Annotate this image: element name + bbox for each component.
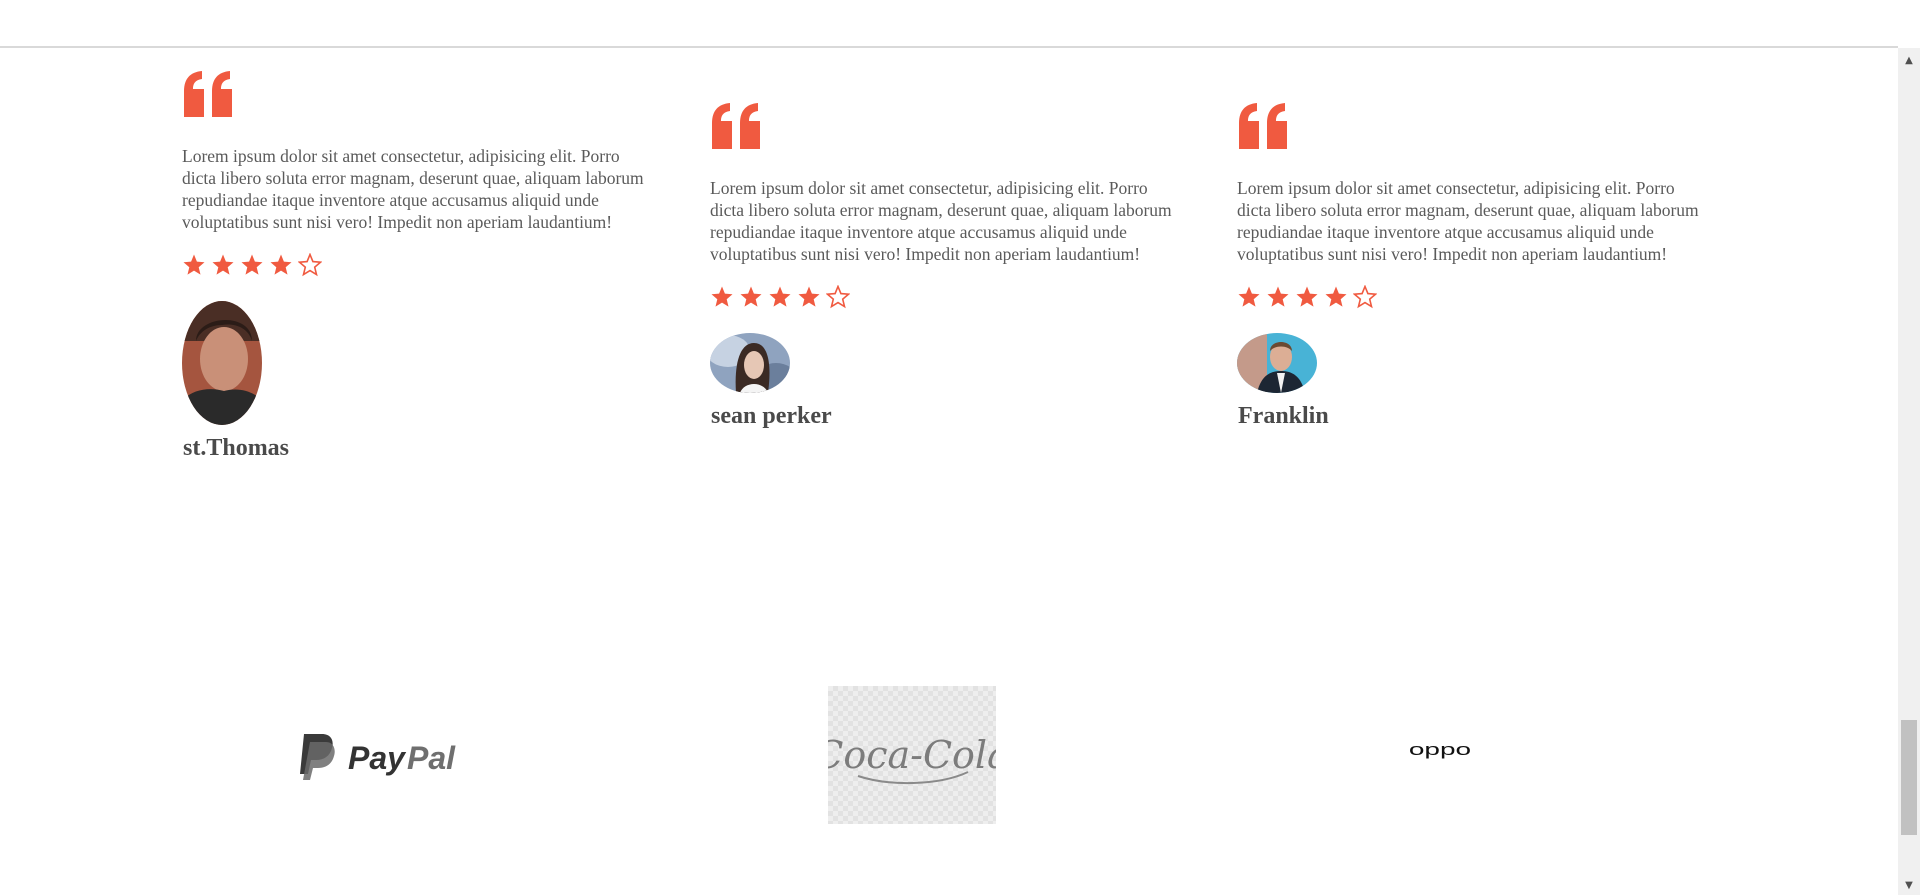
star-filled-icon — [740, 286, 762, 307]
rating-stars — [182, 253, 652, 279]
avatar — [182, 301, 262, 425]
star-filled-icon — [183, 254, 205, 275]
paypal-logo[interactable]: Pay Pal — [298, 730, 468, 782]
vertical-scrollbar[interactable]: ▲ ▼ — [1898, 48, 1920, 895]
star-empty-icon — [298, 253, 322, 277]
oppo-wordmark: oppo — [1409, 740, 1471, 759]
star-filled-icon — [241, 254, 263, 275]
page-content: Lorem ipsum dolor sit amet consectetur, … — [0, 48, 1898, 895]
rating-stars — [1237, 285, 1707, 311]
avatar-photo — [1237, 333, 1317, 393]
star-empty-icon — [826, 285, 850, 309]
scroll-down-arrow-icon[interactable]: ▼ — [1898, 875, 1920, 895]
cocacola-wordmark: Coca-Cola — [828, 733, 996, 777]
testimonial-text: Lorem ipsum dolor sit amet consectetur, … — [710, 178, 1172, 264]
star-empty-icon — [1353, 285, 1377, 309]
star-filled-icon — [1296, 286, 1318, 307]
paypal-wordmark-pay: Pay — [348, 740, 407, 776]
star-filled-icon — [1267, 286, 1289, 307]
avatar-photo — [710, 333, 790, 393]
person-name: Franklin — [1238, 403, 1329, 429]
star-filled-icon — [1325, 286, 1347, 307]
quote-icon — [184, 71, 232, 117]
star-filled-icon — [711, 286, 733, 307]
testimonial-card: Lorem ipsum dolor sit amet consectetur, … — [1237, 103, 1707, 430]
testimonial-text: Lorem ipsum dolor sit amet consectetur, … — [182, 146, 644, 232]
star-filled-icon — [769, 286, 791, 307]
star-filled-icon — [270, 254, 292, 275]
brand-logos: Pay Pal Coca-Cola oppo — [0, 686, 1898, 831]
avatar — [1237, 333, 1317, 393]
testimonial-text: Lorem ipsum dolor sit amet consectetur, … — [1237, 178, 1699, 264]
paypal-wordmark-pal: Pal — [407, 740, 456, 776]
scroll-thumb[interactable] — [1901, 720, 1917, 835]
star-filled-icon — [798, 286, 820, 307]
quote-icon — [712, 103, 760, 149]
person-name: st.Thomas — [183, 435, 290, 461]
star-filled-icon — [212, 254, 234, 275]
quote-icon — [1239, 103, 1287, 149]
avatar — [710, 333, 790, 393]
person-name: sean perker — [711, 403, 832, 429]
star-filled-icon — [1238, 286, 1260, 307]
testimonial-card: Lorem ipsum dolor sit amet consectetur, … — [182, 71, 652, 462]
cocacola-logo[interactable]: Coca-Cola — [814, 686, 1010, 824]
scroll-up-arrow-icon[interactable]: ▲ — [1898, 50, 1920, 70]
testimonial-card: Lorem ipsum dolor sit amet consectetur, … — [710, 103, 1180, 430]
avatar-photo — [182, 301, 262, 425]
oppo-logo[interactable]: oppo — [1388, 738, 1492, 768]
top-navbar — [0, 0, 1898, 48]
rating-stars — [710, 285, 1180, 311]
